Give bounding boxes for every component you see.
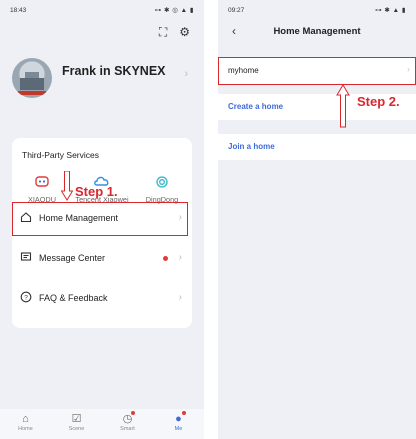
scan-icon[interactable]: ⛶ [159,26,167,38]
unread-dot [163,256,168,261]
avatar [12,58,52,98]
join-home-button[interactable]: Join a home [218,134,416,160]
status-bar: 18:43 ⊶ ✱ ◎ ▲ ▮ [10,5,194,15]
message-icon [20,251,34,265]
scene-tab-icon: ☑ [71,413,82,425]
home-tab-icon: ⌂ [22,413,29,425]
chevron-right-icon: › [178,252,182,263]
highlight-box [218,57,416,85]
left-screen: 18:43 ⊶ ✱ ◎ ▲ ▮ ⛶ ⚙ Frank in SKYNEX › Th… [0,0,204,439]
arrow-down-annotation [60,170,74,206]
settings-icon[interactable]: ⚙ [179,26,190,38]
tab-smart[interactable]: ◷ Smart [102,409,153,439]
top-actions: ⛶ ⚙ [159,26,190,38]
chevron-right-icon: › [178,292,182,303]
nav-bar: ‹ Home Management [218,24,416,42]
step-1-label: Step 1. [75,184,118,199]
create-home-label: Create a home [228,102,284,111]
dingdong-icon [132,176,192,190]
chevron-right-icon: › [184,68,188,80]
status-time: 09:27 [228,6,245,14]
status-time: 18:43 [10,6,27,14]
tab-label: Me [174,426,183,432]
menu-label: Message Center [39,253,106,263]
tab-home[interactable]: ⌂ Home [0,409,51,439]
menu-faq-feedback[interactable]: ? FAQ & Feedback › [12,280,192,316]
profile-name: Frank in SKYNEX [62,64,166,78]
notification-badge [181,411,186,415]
tab-label: Scene [68,426,85,432]
join-home-label: Join a home [228,142,275,151]
tab-me[interactable]: ● Me [153,409,204,439]
highlight-box [12,202,188,236]
bottom-tab-bar: ⌂ Home ☑ Scene ◷ Smart ● Me [0,409,204,439]
status-bar: 09:27 ⊶ ✱ ▲ ▮ [228,5,406,15]
services-title: Third-Party Services [22,150,99,160]
notification-badge [130,411,135,415]
help-icon: ? [20,291,34,305]
me-tab-icon: ● [175,413,182,425]
status-icons: ⊶ ✱ ◎ ▲ ▮ [154,7,194,14]
tab-scene[interactable]: ☑ Scene [51,409,102,439]
svg-text:?: ? [24,294,28,301]
step-2-label: Step 2. [357,94,400,109]
menu-label: FAQ & Feedback [39,293,108,303]
tab-label: Smart [120,426,135,432]
tab-label: Home [18,426,33,432]
status-icons: ⊶ ✱ ▲ ▮ [375,7,406,14]
profile-header[interactable]: Frank in SKYNEX › [12,58,192,106]
page-title: Home Management [273,26,361,37]
right-screen: 09:27 ⊶ ✱ ▲ ▮ ‹ Home Management myhome ›… [218,0,416,439]
menu-message-center[interactable]: Message Center › [12,240,192,276]
smart-tab-icon: ◷ [122,413,133,425]
arrow-up-annotation [336,84,350,133]
